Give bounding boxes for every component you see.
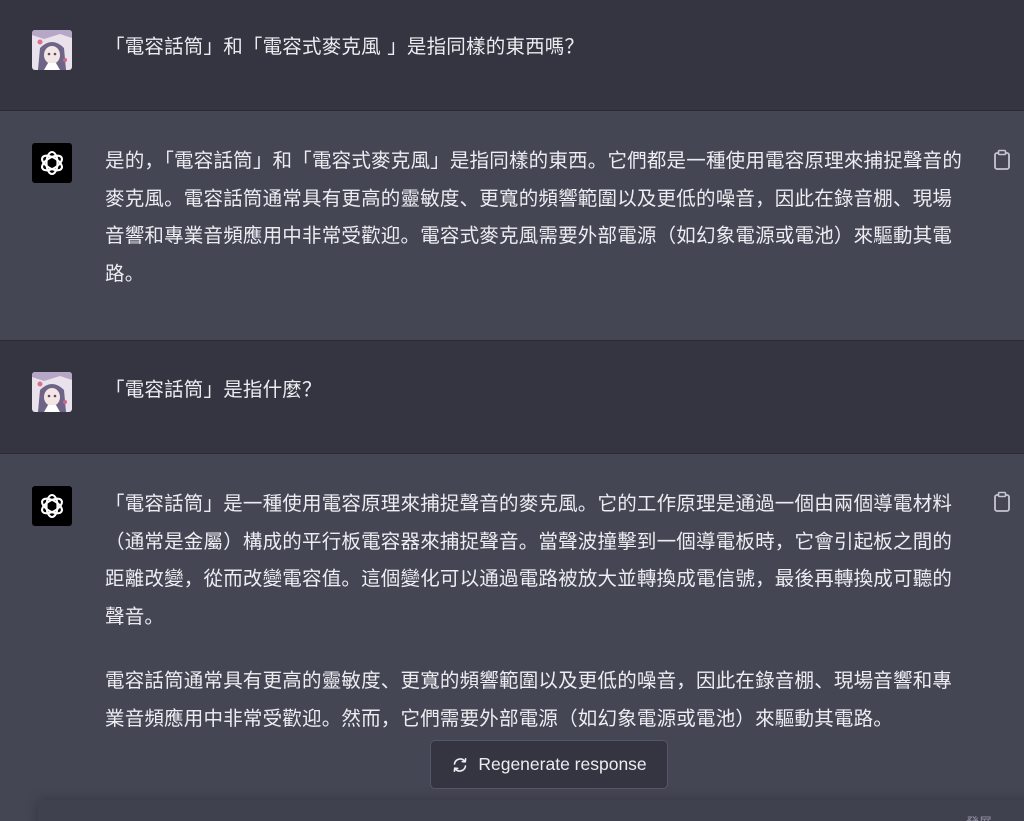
assistant-message-text: 是的，「電容話筒」和「電容式麥克風」是指同樣的東西。它們都是一種使用電容原理來捕… bbox=[105, 142, 965, 292]
assistant-avatar bbox=[32, 143, 72, 183]
user-avatar-image bbox=[32, 372, 72, 412]
message-text: 「電容話筒」和「電容式麥克風 」是指同樣的東西嗎？ bbox=[105, 28, 965, 66]
user-avatar-image bbox=[32, 30, 72, 70]
openai-logo-icon bbox=[41, 150, 63, 176]
input-hint: 發展 bbox=[966, 812, 992, 821]
assistant-avatar bbox=[32, 486, 72, 526]
assistant-message-text: 「電容話筒」是一種使用電容原理來捕捉聲音的麥克風。它的工作原理是通過一個由兩個導… bbox=[105, 485, 965, 737]
message-paragraph: 是的，「電容話筒」和「電容式麥克風」是指同樣的東西。它們都是一種使用電容原理來捕… bbox=[105, 149, 963, 285]
message-paragraph: 電容話筒通常具有更高的靈敏度、更寬的頻響範圍以及更低的噪音，因此在錄音棚、現場音… bbox=[105, 669, 953, 730]
regenerate-response-button[interactable]: Regenerate response bbox=[430, 740, 668, 789]
copy-icon[interactable] bbox=[992, 491, 1012, 513]
message-paragraph: 「電容話筒」和「電容式麥克風 」是指同樣的東西嗎？ bbox=[105, 35, 585, 58]
user-message: 「電容話筒」和「電容式麥克風 」是指同樣的東西嗎？ bbox=[0, 0, 1024, 111]
message-paragraph: 「電容話筒」是指什麼？ bbox=[105, 378, 322, 401]
openai-logo-icon bbox=[41, 493, 63, 519]
conversation-thread: 「電容話筒」和「電容式麥克風 」是指同樣的東西嗎？ 「電容話筒」是指什麼？ 是的… bbox=[0, 0, 1024, 821]
message-text: 「電容話筒」是指什麼？ bbox=[105, 371, 965, 409]
user-avatar bbox=[32, 30, 72, 70]
regenerate-response-label: Regenerate response bbox=[478, 754, 647, 774]
message-paragraph: 「電容話筒」是一種使用電容原理來捕捉聲音的麥克風。它的工作原理是通過一個由兩個導… bbox=[105, 492, 953, 628]
copy-icon[interactable] bbox=[992, 149, 1012, 171]
user-avatar bbox=[32, 372, 72, 412]
message-input[interactable]: 發展 bbox=[38, 800, 1024, 821]
refresh-icon bbox=[453, 757, 467, 772]
user-message: 「電容話筒」是指什麼？ bbox=[0, 341, 1024, 454]
